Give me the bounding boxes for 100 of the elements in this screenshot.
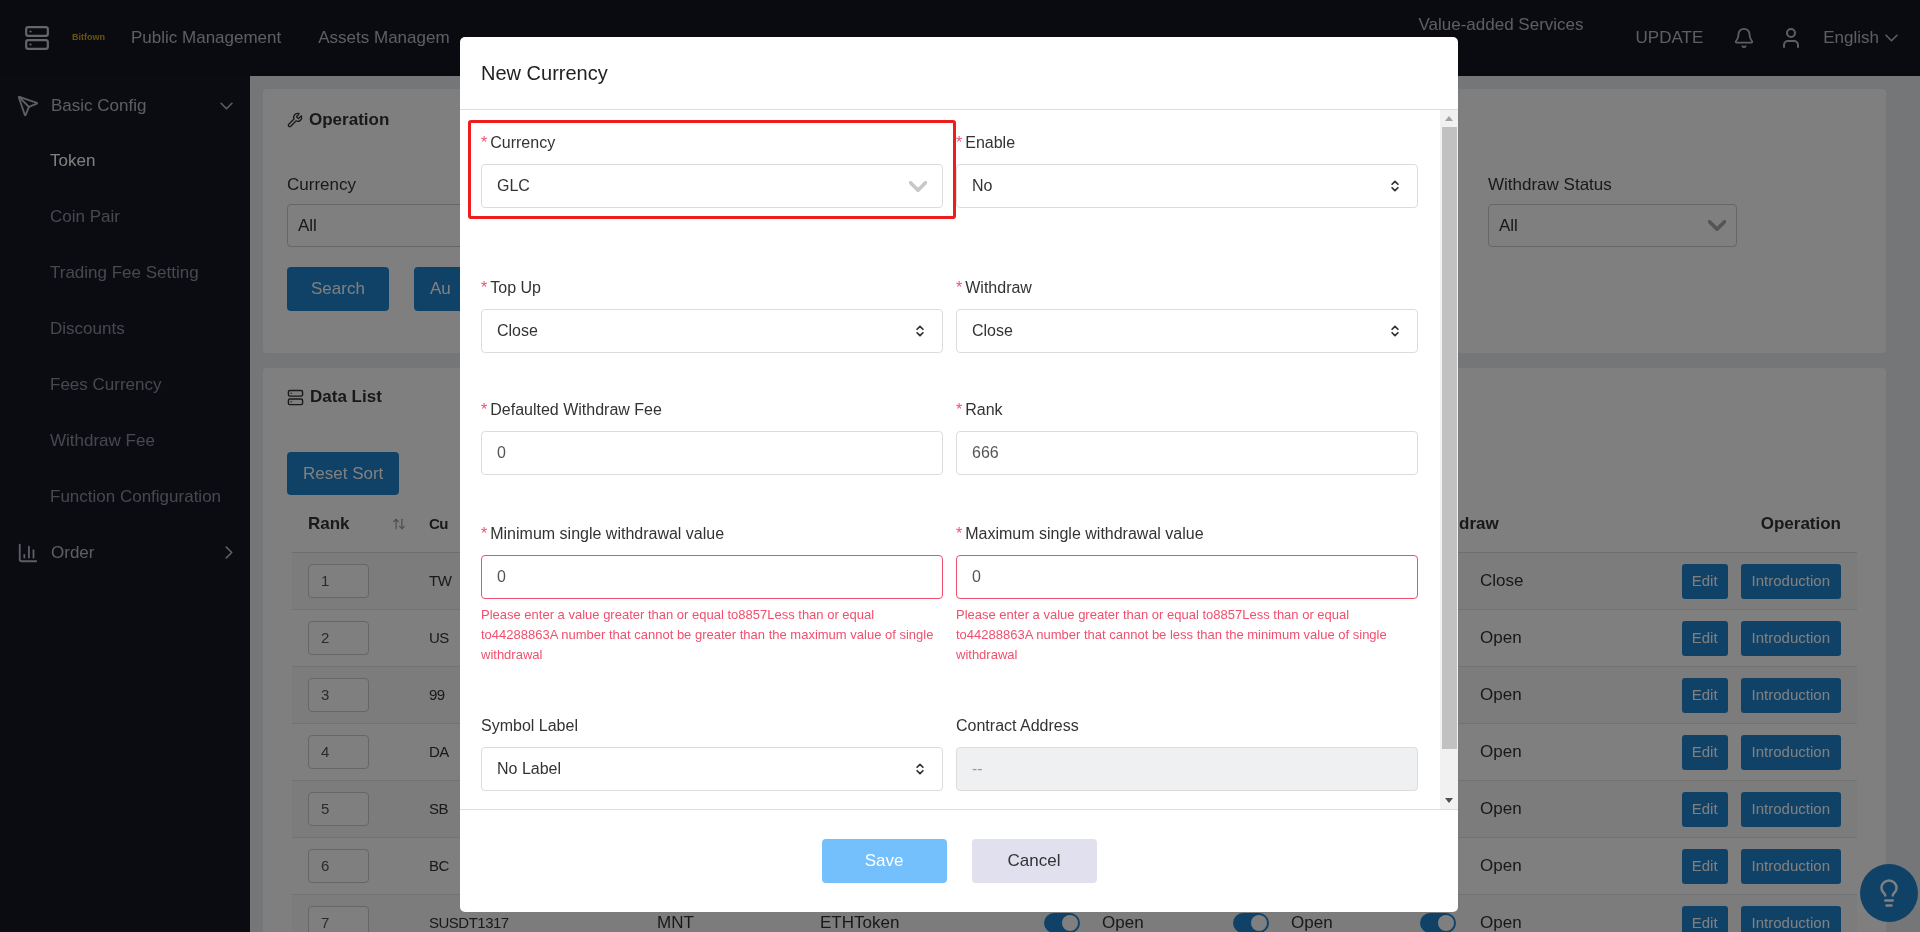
status-label: Open [1480,741,1522,764]
column-header[interactable]: Rank [308,511,350,537]
introduction-button[interactable]: Introduction [1740,848,1841,884]
edit-button[interactable]: Edit [1681,677,1728,713]
introduction-button[interactable]: Introduction [1740,620,1841,656]
rank-input[interactable]: 1 [308,564,369,598]
sort-icon[interactable] [392,517,406,531]
rank-input[interactable]: 4 [308,735,369,769]
field-label: Withdraw Status [1488,175,1612,194]
error-message: Please enter a value greater than or equal to8857Less than or equal to44288863A number that cannot be less than the minimum value of single withdrawal [956,606,1388,664]
updown-icon [913,762,927,776]
select-field[interactable]: Close [956,309,1418,353]
bell-icon[interactable] [1733,27,1756,49]
sidebar-item[interactable]: Trading Fee Setting [0,245,250,301]
table-cell: 99 [429,686,445,704]
status-label: Open [1480,912,1522,932]
table-cell-text: ETHToken [819,912,901,932]
status-label: Open [1480,798,1522,821]
introduction-button[interactable]: Introduction [1740,791,1841,827]
sidebar-item[interactable]: Coin Pair [0,189,250,245]
rank-input[interactable]: 6 [308,849,369,883]
introduction-button[interactable]: Introduction [1740,905,1841,932]
column-header: Operation [1759,513,1842,536]
required-mark: * [956,524,963,544]
toggle-switch[interactable] [1420,913,1456,932]
sidebar-item[interactable]: Withdraw Fee [0,413,250,469]
status-label: Open [1480,627,1522,650]
field-label: Contract Address [956,716,1079,736]
updown-icon [913,324,927,338]
select-field[interactable]: No Label [481,747,943,791]
reset-sort-button[interactable]: Reset Sort [287,452,400,495]
select-field[interactable]: No [956,164,1418,208]
updown-icon [1388,324,1402,338]
scroll-up-icon[interactable] [1445,116,1453,121]
introduction-button[interactable]: Introduction [1740,563,1841,599]
modal-title: New Currency [481,61,608,86]
introduction-button[interactable]: Introduction [1740,734,1841,770]
input-field[interactable]: 0 [481,431,943,475]
field-label: Top Up [490,278,541,298]
scroll-down-icon[interactable] [1445,798,1453,803]
status-label: Open [1480,684,1522,707]
rank-input[interactable]: 2 [308,621,369,655]
chart-icon [17,541,39,564]
brand-logo[interactable]: Bitfown [72,31,105,45]
required-mark: * [956,400,963,420]
field-label: Maximum single withdrawal value [965,524,1204,544]
field-label: Withdraw [965,278,1032,298]
column-header: Cu [429,515,448,533]
send-icon [17,94,39,117]
column-header: draw [1458,513,1500,536]
edit-button[interactable]: Edit [1681,791,1728,827]
sidebar-group[interactable]: Order [0,525,250,580]
status-label: Open [1480,855,1522,878]
toggle-switch[interactable] [1044,913,1080,932]
scrollbar[interactable] [1440,110,1458,809]
required-mark: * [481,400,488,420]
sidebar-item[interactable]: Fees Currency [0,357,250,413]
edit-button[interactable]: Edit [1681,848,1728,884]
sidebar-group[interactable]: Basic Config [0,78,250,133]
menu-icon[interactable] [24,25,50,51]
edit-button[interactable]: Edit [1681,620,1728,656]
field-label: Currency [287,175,356,194]
rank-input[interactable]: 5 [308,792,369,826]
input-field[interactable]: 666 [956,431,1418,475]
sidebar-item[interactable]: Token [0,133,250,189]
sidebar-item[interactable]: Function Configuration [0,469,250,525]
rank-input[interactable]: 7 [308,906,369,932]
select-field[interactable]: Close [481,309,943,353]
table-cell: US [429,629,449,647]
nav-item[interactable]: Assets Managem [318,25,450,51]
updown-icon [1388,179,1402,193]
sidebar-item[interactable]: Discounts [0,301,250,357]
currency-dropdown[interactable]: GLC [481,164,943,208]
required-mark: * [481,278,488,298]
required-mark: * [481,524,488,544]
edit-button[interactable]: Edit [1681,734,1728,770]
required-mark: * [481,133,488,153]
required-mark: * [956,133,963,153]
introduction-button[interactable]: Introduction [1740,677,1841,713]
chevron-icon [1708,220,1726,231]
input-field[interactable]: 0 [956,555,1418,599]
language-selector[interactable]: English [1823,25,1898,51]
update-link[interactable]: UPDATE [1635,25,1704,51]
nav-item[interactable]: Value-added Services [1418,12,1584,38]
toggle-switch[interactable] [1233,913,1269,932]
edit-button[interactable]: Edit [1681,905,1728,932]
error-message: Please enter a value greater than or equal to8857Less than or equal to44288863A number that cannot be greater than the maximum value of single withdrawal [481,606,935,664]
help-button[interactable] [1860,864,1918,922]
save-button[interactable]: Save [821,839,947,883]
select-field[interactable]: All [1488,204,1737,247]
input-field[interactable]: 0 [481,555,943,599]
field-label: Rank [965,400,1003,420]
nav-item[interactable]: Public Management [131,25,282,51]
table-cell: DA [429,743,449,761]
edit-button[interactable]: Edit [1681,563,1728,599]
table-cell: SB [429,800,448,818]
cancel-button[interactable]: Cancel [971,839,1097,883]
required-mark: * [956,278,963,298]
rank-input[interactable]: 3 [308,678,369,712]
action-button[interactable]: Search [287,267,389,311]
